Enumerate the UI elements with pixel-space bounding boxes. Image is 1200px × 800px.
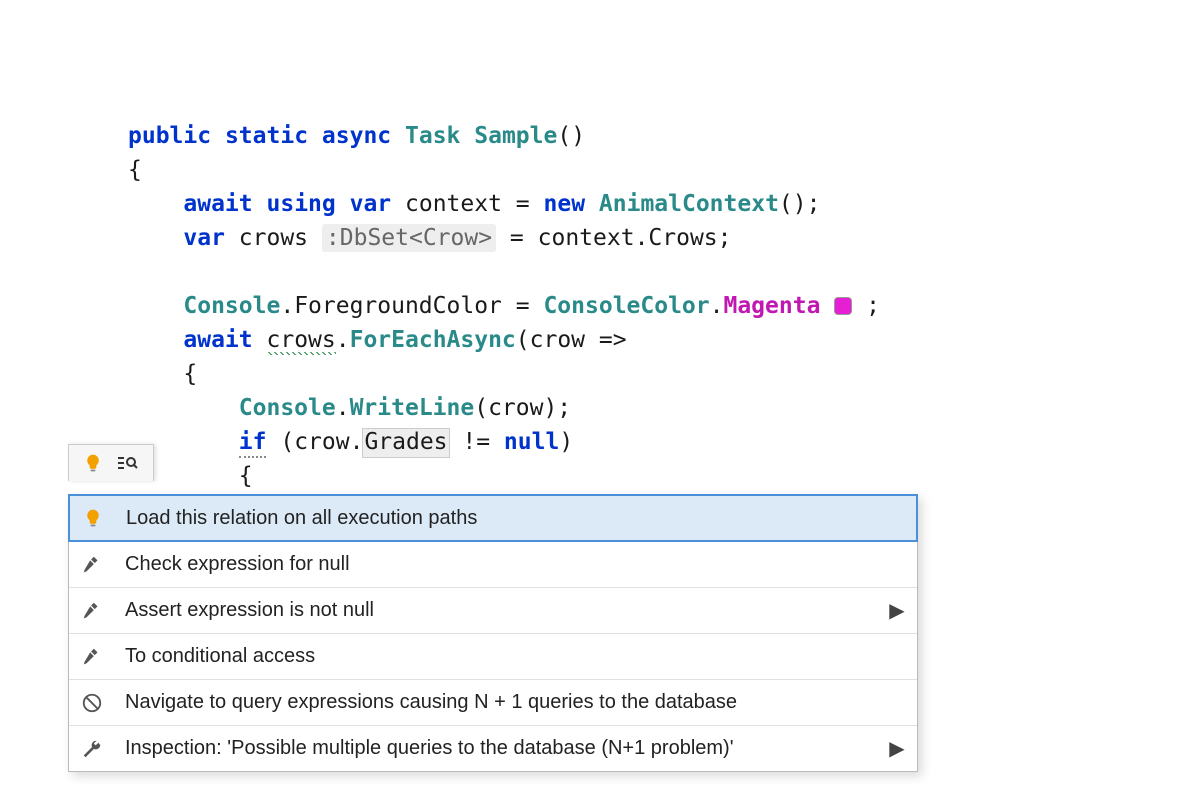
code-brace-open: {: [128, 157, 142, 183]
highlight-grades-1: Grades: [363, 429, 448, 457]
code-line-4: var crows :DbSet<Crow> = context.Crows;: [183, 224, 731, 252]
quick-actions-trigger[interactable]: [68, 444, 154, 481]
menu-item-label: Inspection: 'Possible multiple queries t…: [115, 737, 877, 760]
menu-item[interactable]: Check expression for null: [69, 541, 917, 587]
menu-item-label: Navigate to query expressions causing N …: [115, 691, 877, 714]
code-brace-open-3: {: [239, 463, 253, 489]
color-swatch-magenta: [834, 297, 852, 315]
menu-item-label: Load this relation on all execution path…: [116, 507, 876, 530]
wrench-icon: [69, 738, 115, 760]
menu-item[interactable]: Assert expression is not null▶: [69, 587, 917, 633]
menu-item[interactable]: Load this relation on all execution path…: [68, 494, 918, 542]
menu-item-label: Assert expression is not null: [115, 599, 877, 622]
hammer-icon: [69, 646, 115, 668]
menu-item[interactable]: To conditional access: [69, 633, 917, 679]
hammer-icon: [69, 600, 115, 622]
code-line-1: public static async Task Sample(): [128, 123, 585, 149]
code-brace-open-2: {: [183, 361, 197, 387]
menu-item-label: Check expression for null: [115, 553, 877, 576]
chevron-right-icon: ▶: [877, 736, 917, 761]
chevron-right-icon: ▶: [877, 598, 917, 623]
code-line-6: await crows.ForEachAsync(crow =>: [183, 327, 626, 357]
code-line-5: Console.ForegroundColor = ConsoleColor.M…: [183, 293, 880, 319]
code-editor: public static async Task Sample() { awai…: [0, 0, 1200, 527]
code-line-3: await using var context = new AnimalCont…: [183, 191, 820, 217]
menu-item[interactable]: Navigate to query expressions causing N …: [69, 679, 917, 725]
bulb-icon: [83, 452, 103, 474]
toggle-preview-icon[interactable]: [115, 451, 139, 475]
menu-item[interactable]: Inspection: 'Possible multiple queries t…: [69, 725, 917, 771]
quick-actions-menu: Load this relation on all execution path…: [68, 494, 918, 772]
hammer-icon: [69, 554, 115, 576]
code-line-9: if (crow.Grades != null): [239, 429, 573, 458]
type-hint: :DbSet<Crow>: [322, 224, 496, 252]
navigate-icon: [69, 692, 115, 714]
menu-item-label: To conditional access: [115, 645, 877, 668]
bulb-icon: [70, 507, 116, 529]
code-line-8: Console.WriteLine(crow);: [239, 395, 571, 421]
